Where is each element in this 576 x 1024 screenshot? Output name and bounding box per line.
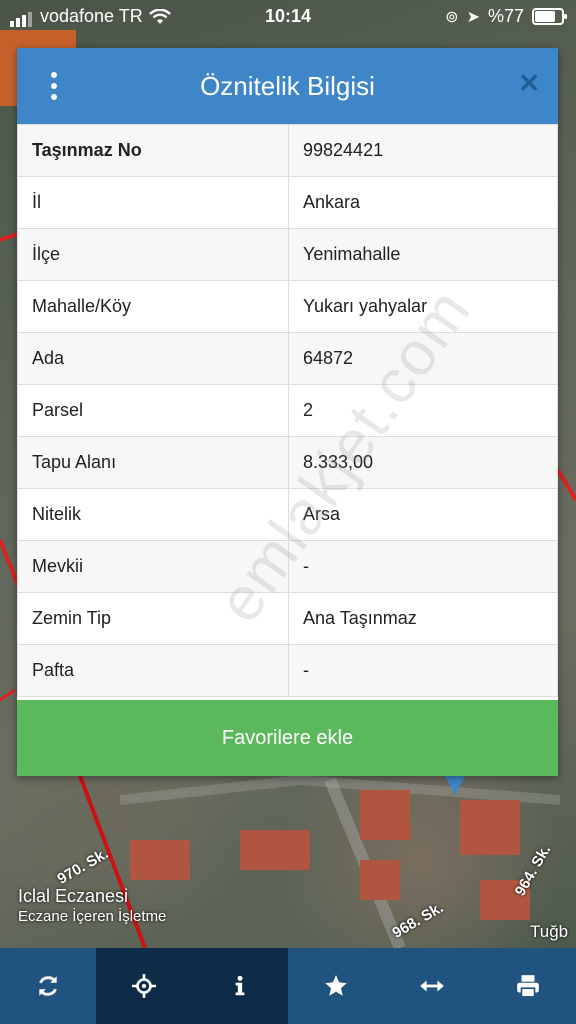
table-row: İlçe Yenimahalle xyxy=(17,228,558,281)
attribute-value: Ana Taşınmaz xyxy=(288,592,558,645)
table-row: Parsel 2 xyxy=(17,384,558,437)
table-row: Mahalle/Köy Yukarı yahyalar xyxy=(17,280,558,333)
table-row: Taşınmaz No 99824421 xyxy=(17,124,558,177)
table-row: Tapu Alanı 8.333,00 xyxy=(17,436,558,489)
attribute-name: Mahalle/Köy xyxy=(17,280,289,333)
table-row: İl Ankara xyxy=(17,176,558,229)
attribute-name: İl xyxy=(17,176,289,229)
attribute-value: Arsa xyxy=(288,488,558,541)
bottom-toolbar xyxy=(0,948,576,1024)
pharmacy-label: Iclal Eczanesi xyxy=(18,886,129,906)
table-row: Pafta - xyxy=(17,644,558,697)
add-favorite-button[interactable]: Favorilere ekle xyxy=(17,700,558,776)
map-label-edge: Tuğb xyxy=(530,922,569,941)
attribute-name: Taşınmaz No xyxy=(17,124,289,177)
attribute-value: Ankara xyxy=(288,176,558,229)
table-row: Nitelik Arsa xyxy=(17,488,558,541)
attribute-value: Yenimahalle xyxy=(288,228,558,281)
attribute-table: Taşınmaz No 99824421 İl Ankara İlçe Yenimahal… xyxy=(17,124,558,697)
battery-icon xyxy=(532,8,567,25)
table-row: Ada 64872 xyxy=(17,332,558,385)
refresh-icon[interactable] xyxy=(0,948,96,1024)
print-icon[interactable] xyxy=(480,948,576,1024)
dialog-header: Öznitelik Bilgisi ✕ xyxy=(17,48,558,124)
close-icon[interactable]: ✕ xyxy=(518,68,540,99)
table-row: Mevkii - xyxy=(17,540,558,593)
battery-percent: %77 xyxy=(487,6,524,26)
attribute-dialog: Öznitelik Bilgisi ✕ Taşınmaz No 99824421 İ… xyxy=(17,48,558,776)
attribute-name: Mevkii xyxy=(17,540,289,593)
attribute-name: Nitelik xyxy=(17,488,289,541)
lock-rotation-icon: ⊚ xyxy=(445,8,459,26)
dialog-title: Öznitelik Bilgisi xyxy=(200,71,375,101)
locate-icon[interactable] xyxy=(96,948,192,1024)
star-icon[interactable] xyxy=(288,948,384,1024)
attribute-value: 64872 xyxy=(288,332,558,385)
attribute-value: 8.333,00 xyxy=(288,436,558,489)
status-bar: vodafone TR 10:14 ⊚ ➤ %77 xyxy=(0,0,576,32)
table-row: Zemin Tip Ana Taşınmaz xyxy=(17,592,558,645)
attribute-name: İlçe xyxy=(17,228,289,281)
attribute-value: - xyxy=(288,644,558,697)
attribute-name: Zemin Tip xyxy=(17,592,289,645)
attribute-value: 99824421 xyxy=(288,124,558,177)
location-icon: ➤ xyxy=(466,8,480,26)
attribute-value: 2 xyxy=(288,384,558,437)
info-icon[interactable] xyxy=(192,948,288,1024)
attribute-value: - xyxy=(288,540,558,593)
measure-icon[interactable] xyxy=(384,948,480,1024)
attribute-name: Parsel xyxy=(17,384,289,437)
attribute-name: Tapu Alanı xyxy=(17,436,289,489)
pharmacy-sublabel: Eczane İçeren İşletme xyxy=(18,908,167,925)
attribute-name: Ada xyxy=(17,332,289,385)
attribute-value: Yukarı yahyalar xyxy=(288,280,558,333)
attribute-name: Pafta xyxy=(17,644,289,697)
